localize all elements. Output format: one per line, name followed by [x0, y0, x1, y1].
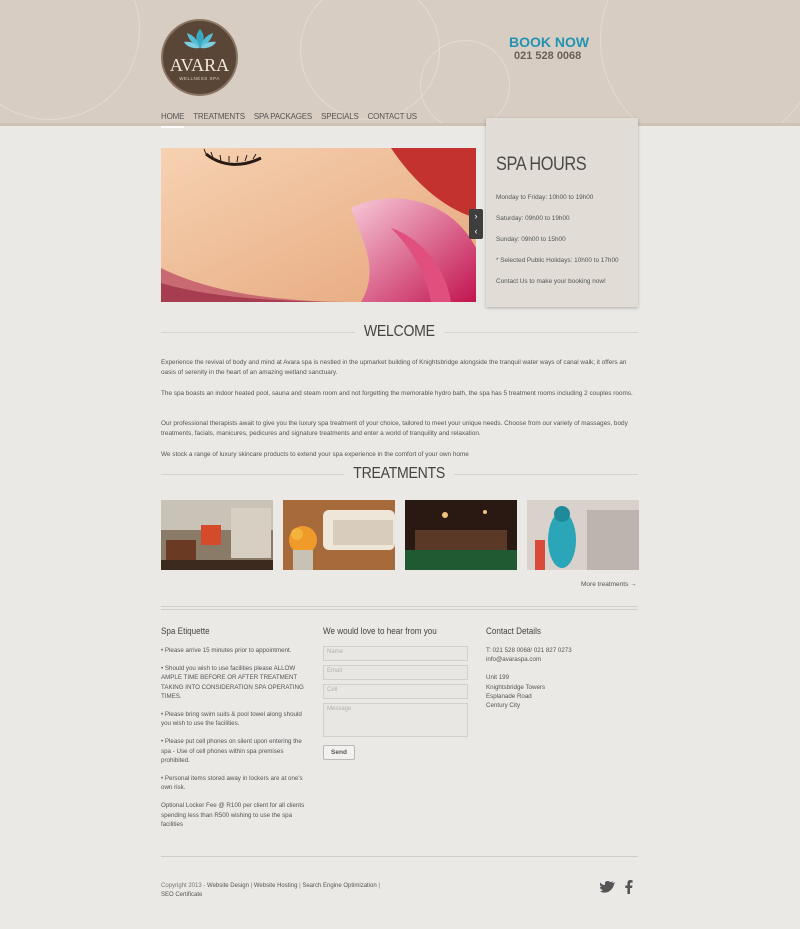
header-ornament: [300, 0, 440, 120]
more-treatments-link[interactable]: More treatments →: [581, 581, 637, 588]
contact-phone: T: 021 528 0068/ 021 827 0273: [486, 647, 572, 654]
section-divider: [161, 606, 638, 607]
contact-form-title: We would love to hear from you: [323, 626, 437, 636]
header-ornament: [420, 40, 510, 123]
welcome-paragraph: The spa boasts an indoor heated pool, sa…: [161, 390, 633, 397]
send-button[interactable]: Send: [323, 745, 355, 760]
footer-separator: |: [376, 883, 380, 889]
contact-address-line: Century City: [486, 702, 521, 710]
footer-link-website-design[interactable]: Website Design: [207, 883, 249, 889]
hours-weekdays: Monday to Friday: 10h00 to 19h00: [496, 194, 594, 201]
welcome-paragraph: Our professional therapists await to giv…: [161, 420, 628, 437]
logo-subtitle: WELLNESS SPA: [179, 76, 220, 81]
spa-hours-panel: SPA HOURS Monday to Friday: 10h00 to 19h…: [486, 118, 638, 307]
header-ornament: [600, 0, 800, 123]
message-field[interactable]: Message: [323, 703, 468, 737]
hero-slider-image: [161, 148, 476, 302]
welcome-title: WELCOME: [355, 323, 444, 341]
contact-details-title: Contact Details: [486, 626, 541, 636]
welcome-paragraph: We stock a range of luxury skincare prod…: [161, 451, 469, 458]
main-nav: HOME TREATMENTS SPA PACKAGES SPECIALS CO…: [161, 112, 417, 128]
section-divider: [161, 609, 638, 610]
logo[interactable]: AVARA WELLNESS SPA: [161, 19, 238, 96]
cell-field[interactable]: Cell: [323, 684, 468, 699]
footer-link-website-hosting[interactable]: Website Hosting: [254, 883, 298, 889]
facebook-icon[interactable]: [624, 880, 633, 894]
treatments-title: TREATMENTS: [344, 465, 455, 483]
contact-details: T: 021 528 0068/ 021 827 0273 info@avara…: [486, 646, 572, 710]
treatment-thumbnail[interactable]: [405, 500, 517, 570]
etiquette-item: • Please arrive 15 minutes prior to appo…: [161, 647, 292, 654]
twitter-icon[interactable]: [600, 880, 616, 894]
logo-name: AVARA: [169, 55, 230, 75]
footer-link-seo[interactable]: Search Engine Optimization: [302, 883, 376, 889]
etiquette-item: Optional Locker Fee @ R100 per client fo…: [161, 802, 305, 828]
book-now-link[interactable]: BOOK NOW: [509, 34, 589, 50]
nav-treatments[interactable]: TREATMENTS: [193, 112, 245, 126]
nav-contact-us[interactable]: CONTACT US: [368, 112, 417, 126]
footer-copyright: Copyright 2013 - Website Design | Websit…: [161, 882, 380, 900]
slider-controls: › ‹: [469, 209, 483, 239]
contact-address-line: Knightsbridge Towers: [486, 683, 546, 691]
slider-next-icon[interactable]: ›: [469, 209, 483, 224]
nav-spa-packages[interactable]: SPA PACKAGES: [254, 112, 312, 126]
etiquette-item: • Should you wish to use facilities plea…: [161, 665, 304, 700]
name-field[interactable]: Name: [323, 646, 468, 661]
hours-booking-note: Contact Us to make your booking now!: [496, 278, 606, 285]
footer-divider: [161, 856, 638, 857]
etiquette-list: • Please arrive 15 minutes prior to appo…: [161, 646, 311, 838]
contact-address-line: Unit 199: [486, 674, 510, 682]
etiquette-item: • Personal items stored away in lockers …: [161, 775, 303, 792]
treatments-heading: TREATMENTS: [161, 465, 638, 483]
nav-home[interactable]: HOME: [161, 112, 185, 128]
contact-address-line: Esplanade Road: [486, 692, 532, 700]
copyright-text: Copyright 2013 -: [161, 883, 208, 889]
header: [0, 0, 800, 126]
treatment-thumbnail[interactable]: [527, 500, 639, 570]
etiquette-item: • Please put cell phones on silent upon …: [161, 738, 302, 764]
lotus-icon: [184, 29, 216, 49]
hours-holidays: * Selected Public Holidays: 10h00 to 17h…: [496, 257, 619, 264]
hours-saturday: Saturday: 09h00 to 19h00: [496, 215, 570, 222]
treatment-thumbnail[interactable]: [161, 500, 273, 570]
slider-prev-icon[interactable]: ‹: [469, 224, 483, 239]
etiquette-title: Spa Etiquette: [161, 626, 210, 636]
treatment-thumbnail[interactable]: [283, 500, 395, 570]
email-field[interactable]: Email: [323, 665, 468, 680]
footer-link-seo-certificate[interactable]: SEO Certificate: [161, 892, 202, 898]
spa-hours-title: SPA HOURS: [496, 154, 587, 175]
welcome-heading: WELCOME: [161, 323, 638, 341]
welcome-paragraph: Experience the revival of body and mind …: [161, 359, 627, 376]
hours-sunday: Sunday: 09h00 to 15h00: [496, 236, 566, 243]
nav-specials[interactable]: SPECIALS: [321, 112, 359, 126]
etiquette-item: • Please bring swim suits & pool towel a…: [161, 711, 302, 728]
header-ornament: [0, 0, 140, 120]
phone-number: 021 528 0068: [514, 50, 582, 62]
contact-email[interactable]: info@avaraspa.com: [486, 655, 572, 664]
